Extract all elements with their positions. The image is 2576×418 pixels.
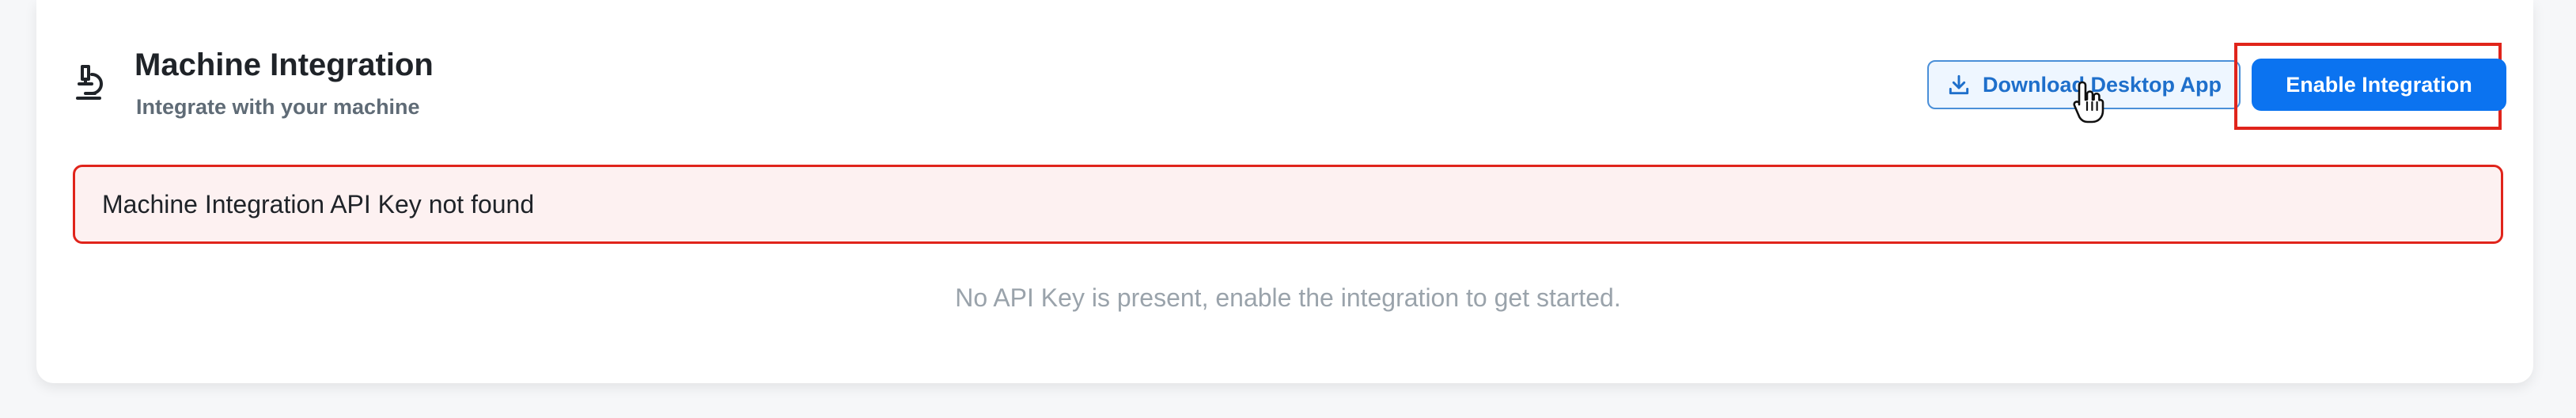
section-subtitle: Integrate with your machine	[136, 95, 420, 119]
section-title: Machine Integration	[134, 48, 434, 82]
enable-integration-button[interactable]: Enable Integration	[2252, 59, 2506, 111]
empty-state-message: No API Key is present, enable the integr…	[955, 283, 1621, 312]
microscope-icon	[76, 65, 103, 100]
hand-cursor-icon	[2073, 81, 2104, 124]
alert-message: Machine Integration API Key not found	[102, 189, 535, 218]
download-icon	[1949, 74, 1969, 95]
error-alert: Machine Integration API Key not found	[73, 165, 2503, 244]
